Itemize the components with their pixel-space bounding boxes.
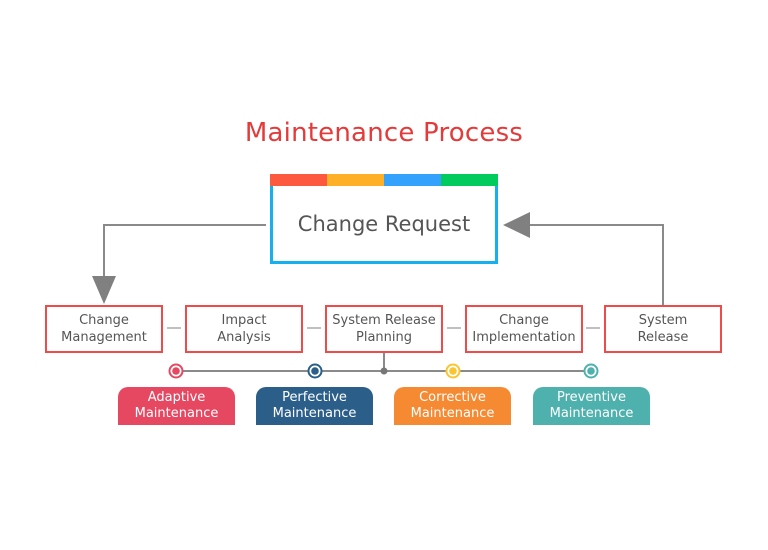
- step-label-line1: Change: [79, 313, 129, 328]
- maintenance-label-line1: Adaptive: [147, 390, 206, 405]
- timeline-marker-dot-2: [449, 367, 457, 375]
- step-label-line2: Implementation: [472, 330, 576, 345]
- connector-from-system-release: [528, 224, 664, 305]
- maintenance-label-line2: Maintenance: [272, 406, 357, 421]
- maintenance-label-line2: Maintenance: [410, 406, 495, 421]
- change-request-box: Change Request: [270, 186, 498, 264]
- adaptive-maintenance-card[interactable]: Adaptive Maintenance: [118, 387, 235, 425]
- step-label-line1: Impact: [221, 313, 267, 328]
- maintenance-label-line1: Preventive: [556, 390, 626, 405]
- perfective-maintenance-card[interactable]: Perfective Maintenance: [256, 387, 373, 425]
- step-label-line1: System Release: [332, 313, 436, 328]
- corrective-maintenance-card[interactable]: Corrective Maintenance: [394, 387, 511, 425]
- timeline-marker-dot-3: [587, 367, 595, 375]
- maintenance-label-line1: Corrective: [419, 390, 486, 405]
- step-label-line1: System: [638, 313, 688, 328]
- step-impact-analysis[interactable]: Impact Analysis: [185, 305, 303, 353]
- step-label-line2: Management: [61, 330, 147, 345]
- preventive-maintenance-card[interactable]: Preventive Maintenance: [533, 387, 650, 425]
- color-bar-green: [441, 174, 498, 186]
- arrowhead-down-icon: [92, 276, 116, 304]
- color-bar-blue: [384, 174, 441, 186]
- step-change-implementation[interactable]: Change Implementation: [465, 305, 583, 353]
- step-system-release-planning[interactable]: System Release Planning: [325, 305, 443, 353]
- connector-to-change-management: [103, 224, 266, 280]
- step-label-line1: Change: [499, 313, 549, 328]
- step-label-line2: Planning: [356, 330, 412, 345]
- maintenance-label-line1: Perfective: [282, 390, 347, 405]
- timeline-marker-dot-0: [172, 367, 180, 375]
- change-request-label: Change Request: [297, 211, 471, 236]
- color-bar-orange: [327, 174, 384, 186]
- color-bar-red: [270, 174, 327, 186]
- step-change-management[interactable]: Change Management: [45, 305, 163, 353]
- arrowhead-left-icon: [503, 212, 530, 238]
- maintenance-label-line2: Maintenance: [134, 406, 219, 421]
- maintenance-label-line2: Maintenance: [549, 406, 634, 421]
- timeline-marker-dot-1: [311, 367, 319, 375]
- step-system-release[interactable]: System Release: [604, 305, 722, 353]
- timeline-junction-dot: [380, 367, 388, 375]
- step-label-line2: Release: [637, 330, 689, 345]
- step-label-line2: Analysis: [217, 330, 271, 345]
- connectors: [92, 212, 664, 379]
- change-request-node[interactable]: Change Request: [270, 174, 498, 267]
